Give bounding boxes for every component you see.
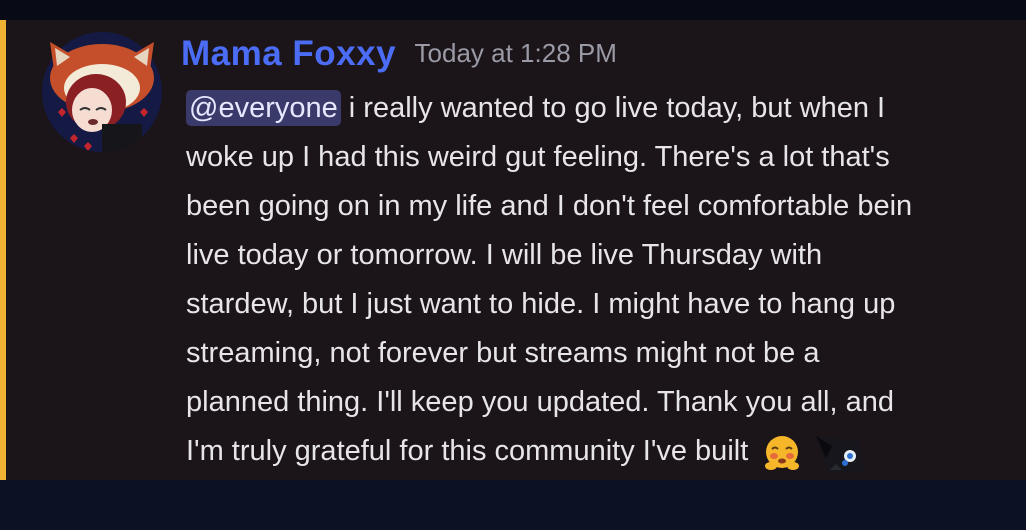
message-line: @everyone i really wanted to go live tod… — [186, 84, 1026, 133]
timestamp[interactable]: Today at 1:28 PM — [415, 38, 617, 68]
message-text: I'm truly grateful for this community I'… — [186, 435, 749, 467]
custom-fox-emoji[interactable] — [814, 430, 866, 474]
blushing-face-emoji[interactable] — [762, 432, 802, 472]
message-line: I'm truly grateful for this community I'… — [186, 427, 1026, 476]
message-line: woke up I had this weird gut feeling. Th… — [186, 141, 890, 173]
message-line: been going on in my life and I don't fee… — [186, 190, 913, 222]
message-content: @everyone i really wanted to go live tod… — [186, 84, 1026, 476]
bottom-strip — [0, 480, 1026, 530]
message-line: planned thing. I'll keep you updated. Th… — [186, 386, 894, 418]
mention-everyone[interactable]: @everyone — [186, 90, 341, 126]
message-text: i really wanted to go live today, but wh… — [340, 92, 886, 124]
author-name[interactable]: Mama Foxxy — [181, 34, 396, 73]
top-strip — [0, 0, 1026, 20]
avatar[interactable] — [40, 30, 164, 154]
message-header: Mama Foxxy Today at 1:28 PM — [181, 34, 617, 74]
message-line: streaming, not forever but streams might… — [186, 337, 820, 369]
message-card[interactable]: Mama Foxxy Today at 1:28 PM @everyone i … — [0, 20, 1026, 480]
message-line: stardew, but I just want to hide. I migh… — [186, 288, 896, 320]
message-line: live today or tomorrow. I will be live T… — [186, 239, 823, 271]
